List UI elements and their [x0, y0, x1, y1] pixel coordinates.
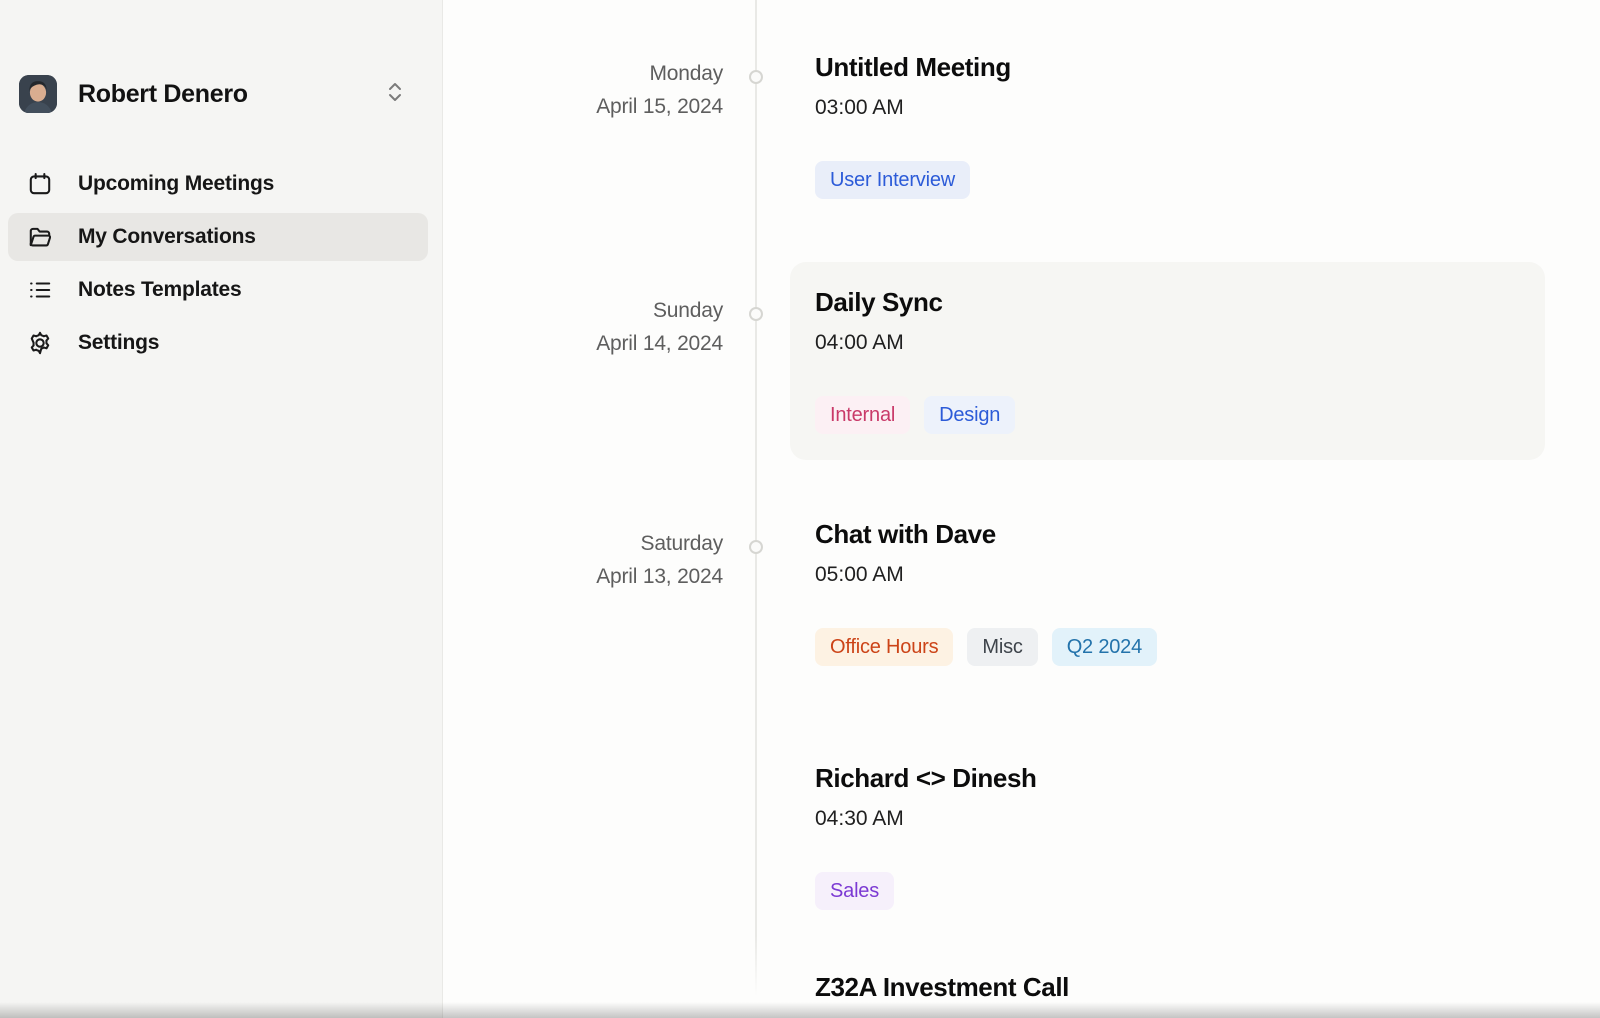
timeline-date-label: April 14, 2024	[473, 327, 723, 360]
timeline-line	[755, 0, 757, 996]
meeting-time: 05:00 AM	[815, 563, 1157, 587]
meeting-tags: Internal Design	[815, 396, 1015, 434]
sidebar-item-upcoming-meetings[interactable]: Upcoming Meetings	[8, 160, 428, 208]
meeting-entry[interactable]: Daily Sync 04:00 AM Internal Design	[815, 286, 1015, 434]
tag-chip[interactable]: Design	[924, 396, 1015, 434]
sidebar-item-label: Upcoming Meetings	[78, 172, 274, 196]
meeting-entry[interactable]: Chat with Dave 05:00 AM Office Hours Mis…	[815, 518, 1157, 666]
sidebar-item-label: My Conversations	[78, 225, 256, 249]
list-icon	[27, 277, 53, 303]
gear-icon	[27, 330, 53, 356]
meeting-entry[interactable]: Untitled Meeting 03:00 AM User Interview	[815, 51, 1011, 199]
timeline-dot	[749, 307, 763, 321]
tag-chip[interactable]: User Interview	[815, 161, 970, 199]
meeting-title: Daily Sync	[815, 286, 1015, 318]
meeting-tags: Sales	[815, 872, 1037, 910]
meetings-app: Robert Denero Upcoming Meetings	[0, 0, 1600, 1018]
tag-chip[interactable]: Internal	[815, 396, 910, 434]
chevron-updown-icon	[385, 81, 405, 108]
meeting-title: Chat with Dave	[815, 518, 1157, 550]
folder-icon	[27, 224, 53, 250]
tag-chip[interactable]: Q2 2024	[1052, 628, 1157, 666]
timeline-date: Monday April 15, 2024	[473, 57, 723, 123]
timeline-day-label: Monday	[473, 57, 723, 90]
avatar	[19, 75, 57, 113]
sidebar-item-label: Settings	[78, 331, 159, 355]
timeline-date-label: April 15, 2024	[473, 90, 723, 123]
sidebar-item-label: Notes Templates	[78, 278, 242, 302]
meeting-entry[interactable]: Richard <> Dinesh 04:30 AM Sales	[815, 762, 1037, 910]
meeting-title: Untitled Meeting	[815, 51, 1011, 83]
tag-chip[interactable]: Misc	[967, 628, 1037, 666]
calendar-icon	[27, 171, 53, 197]
profile-switcher[interactable]: Robert Denero	[19, 75, 423, 113]
profile-name: Robert Denero	[78, 80, 248, 109]
meeting-time: 03:00 AM	[815, 96, 1011, 120]
meeting-time: 04:30 AM	[815, 807, 1037, 831]
meeting-title: Z32A Investment Call	[815, 971, 1069, 1003]
tag-chip[interactable]: Office Hours	[815, 628, 953, 666]
meeting-tags: User Interview	[815, 161, 1011, 199]
sidebar-nav: Upcoming Meetings My Conversations	[8, 160, 428, 372]
timeline-date: Sunday April 14, 2024	[473, 294, 723, 360]
timeline-date: Saturday April 13, 2024	[473, 527, 723, 593]
timeline-date-label: April 13, 2024	[473, 560, 723, 593]
timeline-dot	[749, 70, 763, 84]
meeting-title: Richard <> Dinesh	[815, 762, 1037, 794]
tag-chip[interactable]: Sales	[815, 872, 894, 910]
sidebar-item-settings[interactable]: Settings	[8, 319, 428, 367]
sidebar-item-notes-templates[interactable]: Notes Templates	[8, 266, 428, 314]
meeting-tags: Office Hours Misc Q2 2024	[815, 628, 1157, 666]
timeline-day-label: Saturday	[473, 527, 723, 560]
meeting-entry[interactable]: Z32A Investment Call	[815, 971, 1069, 1003]
timeline-day-label: Sunday	[473, 294, 723, 327]
timeline-dot	[749, 540, 763, 554]
sidebar-item-my-conversations[interactable]: My Conversations	[8, 213, 428, 261]
sidebar: Robert Denero Upcoming Meetings	[0, 0, 443, 1018]
meeting-time: 04:00 AM	[815, 331, 1015, 355]
